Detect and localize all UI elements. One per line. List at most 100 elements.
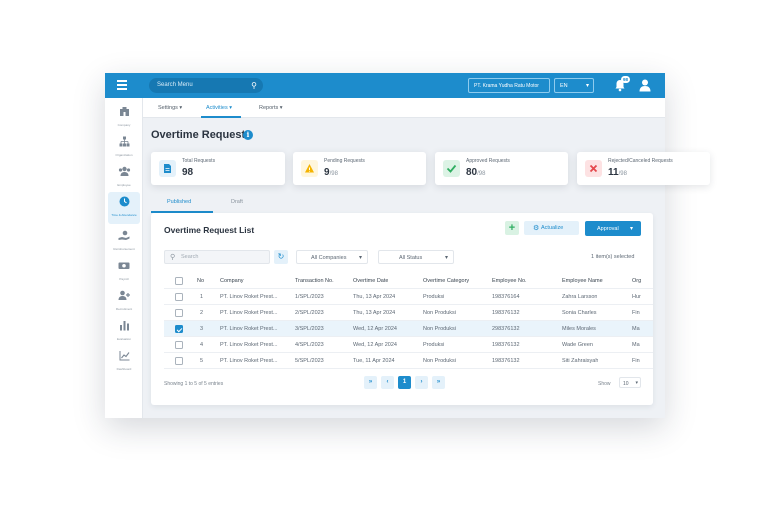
sidebar-item-reimbursement[interactable]: Reimbursement (108, 226, 140, 254)
card-rejected-requests: Rejected/Canceled Requests 11/98 (577, 152, 710, 185)
cell-org: Ma (632, 342, 640, 348)
row-checkbox[interactable] (175, 309, 183, 317)
notification-bell-icon[interactable]: 98 (613, 76, 630, 92)
table-row-selected[interactable]: 3 PT. Linov Roket Prest... 3/SPL/2023 We… (164, 321, 653, 337)
cell-overtime-category: Produksi (423, 342, 445, 348)
sidebar-item-time-attendance[interactable]: Time & Attendance (108, 192, 140, 224)
tab-published[interactable]: Published (167, 199, 191, 205)
sidebar-item-label: Payroll (119, 277, 129, 281)
add-button[interactable]: + (505, 221, 519, 235)
actualize-button[interactable]: ⚙ Actualize (524, 221, 579, 235)
info-icon[interactable]: i (243, 130, 253, 140)
row-checkbox[interactable] (175, 357, 183, 365)
sidebar-item-payroll[interactable]: Payroll (108, 256, 140, 284)
cell-employee-no: 198376164 (492, 294, 520, 300)
sidebar: Company Organization Employee Time & Att… (105, 98, 143, 418)
search-menu-input[interactable]: Search Menu ⚲ (149, 78, 263, 93)
cell-transaction-no: 5/SPL/2023 (295, 358, 324, 364)
cell-overtime-category: Non Produksi (423, 326, 457, 332)
card-pending-requests: Pending Requests 9/98 (293, 152, 426, 185)
sidebar-item-dashboard[interactable]: Dashboard (108, 346, 140, 374)
approval-button[interactable]: Approval ▾ (585, 221, 641, 236)
sidebar-item-label: Time & Attendance (111, 213, 137, 217)
refresh-button[interactable]: ↻ (274, 250, 288, 264)
sidebar-item-label: Evaluation (116, 337, 131, 341)
row-checkbox[interactable] (175, 293, 183, 301)
column-header-employee-no: Employee No. (492, 278, 527, 284)
hand-money-icon (118, 230, 130, 240)
company-filter[interactable]: All Companies ▾ (296, 250, 368, 264)
column-header-company: Company (220, 278, 244, 284)
table-row[interactable]: 2 PT. Linov Roket Prest... 2/SPL/2023 Th… (164, 305, 653, 321)
cell-employee-no: 198376132 (492, 342, 520, 348)
row-checkbox[interactable] (175, 325, 183, 333)
sidebar-item-label: Company (117, 123, 131, 127)
status-filter[interactable]: All Status ▾ (378, 250, 454, 264)
hamburger-menu-icon[interactable] (117, 80, 127, 90)
next-page-button[interactable]: › (415, 376, 428, 389)
check-icon (443, 160, 460, 177)
table-row[interactable]: 1 PT. Linov Roket Prest... 1/SPL/2023 Th… (164, 289, 653, 305)
cell-overtime-date: Wed, 12 Apr 2024 (353, 342, 397, 348)
sidebar-item-company[interactable]: Company (108, 102, 140, 130)
nav-activities[interactable]: Activities ▾ (206, 105, 232, 111)
nav-settings[interactable]: Settings ▾ (158, 105, 182, 111)
language-selector[interactable]: EN ▾ (554, 78, 594, 93)
notification-badge: 98 (620, 76, 630, 83)
card-value-total: /98 (329, 171, 338, 177)
row-checkbox[interactable] (175, 341, 183, 349)
nav-reports[interactable]: Reports ▾ (259, 105, 283, 111)
chevron-down-icon: ▾ (585, 83, 589, 89)
company-selector[interactable]: PT. Krama Yudha Ratu Motor (468, 78, 550, 93)
sidebar-item-evaluation[interactable]: Evaluation (108, 316, 140, 344)
card-value-total: /98 (618, 171, 627, 177)
select-all-checkbox[interactable] (175, 277, 183, 285)
column-header-employee-name: Employee Name (562, 278, 603, 284)
sidebar-item-label: Organization (115, 153, 133, 157)
table-header: No Company Transaction No. Overtime Date… (164, 273, 653, 289)
tab-draft[interactable]: Draft (231, 199, 243, 205)
chevron-down-icon: ▾ (229, 105, 232, 111)
search-input[interactable]: ⚲ Search (164, 250, 270, 264)
previous-page-button[interactable]: ‹ (381, 376, 394, 389)
cell-transaction-no: 3/SPL/2023 (295, 326, 324, 332)
card-title: Approved Requests (466, 158, 510, 164)
cell-no: 3 (200, 326, 204, 332)
cell-employee-name: Zahra Larsson (562, 294, 598, 300)
card-title: Pending Requests (324, 158, 365, 164)
table-row[interactable]: 5 PT. Linov Roket Prest... 5/SPL/2023 Tu… (164, 353, 653, 369)
list-title: Overtime Request List (164, 225, 255, 235)
cell-company: PT. Linov Roket Prest... (220, 342, 278, 348)
refresh-icon: ↻ (277, 252, 285, 261)
selected-count: 1 item(s) selected (591, 254, 635, 260)
column-header-no: No (197, 278, 205, 284)
approval-label: Approval (597, 226, 619, 232)
chevron-down-icon: ▾ (279, 105, 283, 111)
cell-employee-name: Sonia Charles (562, 310, 597, 316)
page-button-current[interactable]: 1 (398, 376, 411, 389)
sidebar-item-employee[interactable]: Employee (108, 162, 140, 190)
bar-chart-icon (119, 321, 129, 331)
user-avatar-icon[interactable] (638, 78, 652, 92)
card-value: 9/98 (324, 167, 338, 178)
sidebar-item-recruitment[interactable]: Recruitment (108, 286, 140, 314)
actualize-label: Actualize (541, 225, 564, 231)
line-chart-icon (119, 351, 129, 361)
card-approved-requests: Approved Requests 80/98 (435, 152, 568, 185)
cell-overtime-category: Non Produksi (423, 310, 457, 316)
chevron-down-icon: ▾ (629, 226, 633, 232)
users-icon (118, 166, 130, 176)
sidebar-item-label: Employee (117, 183, 131, 187)
first-page-button[interactable]: » (364, 376, 377, 389)
page-size-select[interactable]: 10 ▾ (619, 377, 641, 388)
cell-transaction-no: 4/SPL/2023 (295, 342, 324, 348)
sidebar-item-organization[interactable]: Organization (108, 132, 140, 160)
last-page-button[interactable]: » (432, 376, 445, 389)
app-window: Search Menu ⚲ PT. Krama Yudha Ratu Motor… (105, 73, 710, 418)
table-row[interactable]: 4 PT. Linov Roket Prest... 4/SPL/2023 We… (164, 337, 653, 353)
cell-overtime-date: Thu, 13 Apr 2024 (353, 310, 396, 316)
cell-company: PT. Linov Roket Prest... (220, 294, 278, 300)
gear-icon: ⚙ (533, 225, 540, 232)
nav-activities-label: Activities (206, 105, 228, 111)
card-value-total: /98 (477, 171, 486, 177)
